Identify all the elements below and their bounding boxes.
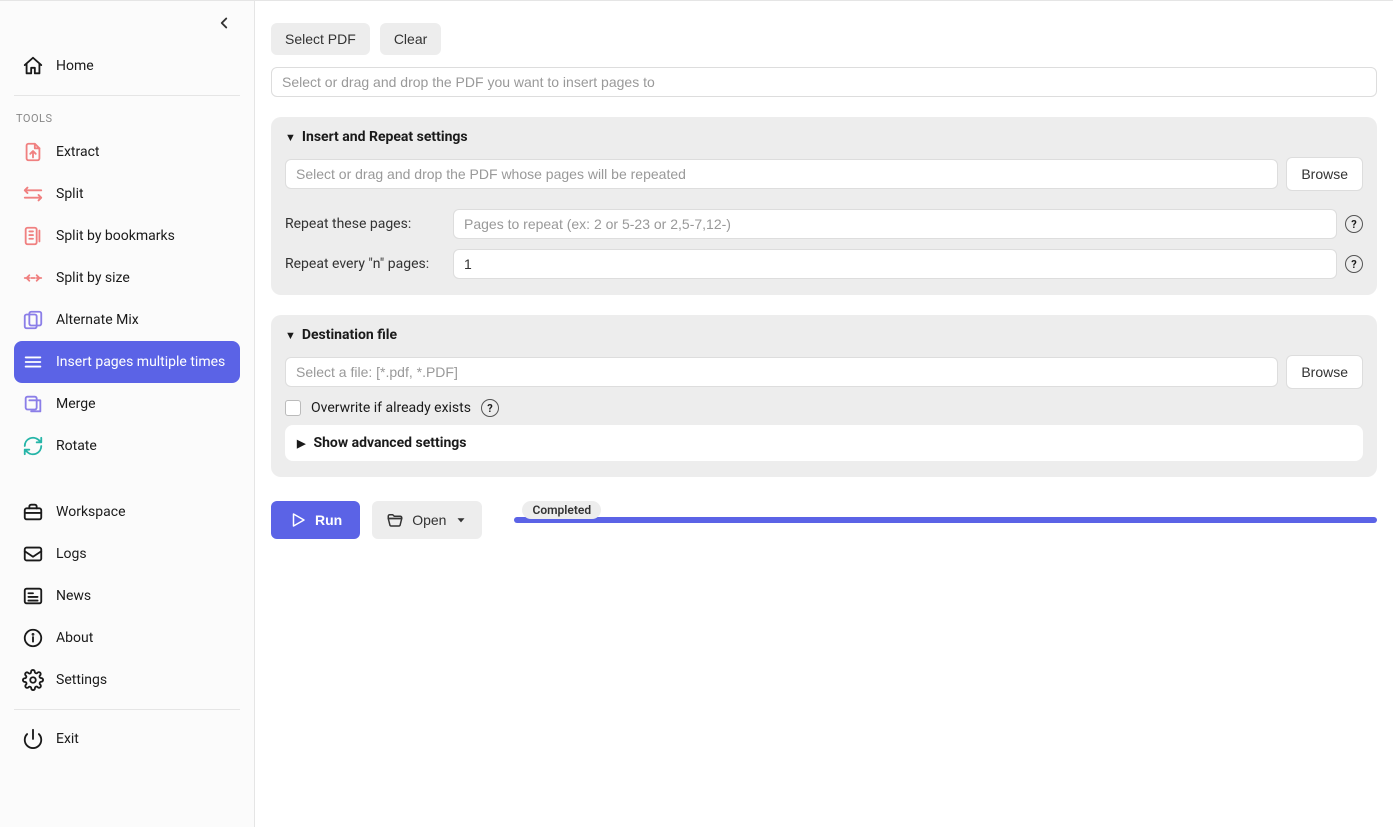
sidebar-item-label: Extract <box>56 144 99 160</box>
play-icon <box>289 511 307 529</box>
source-pdf-input[interactable] <box>285 159 1278 189</box>
destination-file-input[interactable] <box>285 357 1278 387</box>
target-pdf-input[interactable] <box>271 67 1377 97</box>
sidebar-item-rotate[interactable]: Rotate <box>14 425 240 467</box>
collapse-sidebar-button[interactable] <box>212 11 236 35</box>
sidebar-item-exit[interactable]: Exit <box>14 718 240 760</box>
sidebar-item-split-bookmarks[interactable]: Split by bookmarks <box>14 215 240 257</box>
sidebar-item-label: Alternate Mix <box>56 312 139 328</box>
sidebar-item-label: Merge <box>56 396 96 412</box>
panel-title: Insert and Repeat settings <box>302 129 468 145</box>
sidebar-item-home[interactable]: Home <box>14 45 240 87</box>
sidebar-item-logs[interactable]: Logs <box>14 533 240 575</box>
triangle-down-icon <box>454 513 468 527</box>
overwrite-checkbox[interactable] <box>285 400 301 416</box>
sidebar-section-tools: TOOLS <box>14 104 240 131</box>
sidebar-item-label: About <box>56 630 93 646</box>
open-button[interactable]: Open <box>372 501 482 539</box>
news-icon <box>22 585 44 607</box>
sidebar-item-extract[interactable]: Extract <box>14 131 240 173</box>
select-pdf-button[interactable]: Select PDF <box>271 23 370 55</box>
sidebar-item-label: Split <box>56 186 84 202</box>
sidebar-item-news[interactable]: News <box>14 575 240 617</box>
extract-icon <box>22 141 44 163</box>
help-icon[interactable]: ? <box>1345 255 1363 273</box>
clear-button[interactable]: Clear <box>380 23 441 55</box>
about-icon <box>22 627 44 649</box>
rotate-icon <box>22 435 44 457</box>
repeat-pages-input[interactable] <box>453 209 1337 239</box>
action-row: Run Open Completed <box>271 501 1377 539</box>
help-icon[interactable]: ? <box>481 399 499 417</box>
advanced-settings-toggle[interactable]: ▶ Show advanced settings <box>285 425 1363 461</box>
insert-settings-header[interactable]: ▼ Insert and Repeat settings <box>285 129 1363 145</box>
home-icon <box>22 55 44 77</box>
browse-source-button[interactable]: Browse <box>1286 157 1363 191</box>
merge-icon <box>22 393 44 415</box>
toolbar: Select PDF Clear <box>271 23 1377 55</box>
sidebar-item-label: Home <box>56 58 94 74</box>
sidebar-item-settings[interactable]: Settings <box>14 659 240 701</box>
progress-bar <box>514 517 1377 523</box>
repeat-every-label: Repeat every "n" pages: <box>285 256 445 272</box>
power-icon <box>22 728 44 750</box>
sidebar: Home TOOLS Extract Split Split by bookma… <box>0 1 255 827</box>
repeat-every-input[interactable] <box>453 249 1337 279</box>
triangle-right-icon: ▶ <box>297 437 305 450</box>
sidebar-item-label: Rotate <box>56 438 97 454</box>
browse-destination-button[interactable]: Browse <box>1286 355 1363 389</box>
progress-status: Completed <box>522 501 601 519</box>
divider <box>14 95 240 96</box>
sidebar-item-merge[interactable]: Merge <box>14 383 240 425</box>
sidebar-item-insert-pages[interactable]: Insert pages multiple times <box>14 341 240 383</box>
sidebar-item-split-size[interactable]: Split by size <box>14 257 240 299</box>
insert-pages-icon <box>22 351 44 373</box>
split-icon <box>22 183 44 205</box>
open-label: Open <box>412 512 446 528</box>
alternate-mix-icon <box>22 309 44 331</box>
sidebar-item-label: Workspace <box>56 504 126 520</box>
destination-panel: ▼ Destination file Browse Overwrite if a… <box>271 315 1377 477</box>
insert-settings-panel: ▼ Insert and Repeat settings Browse Repe… <box>271 117 1377 295</box>
sidebar-item-label: Logs <box>56 546 87 562</box>
sidebar-item-label: Insert pages multiple times <box>56 354 225 370</box>
overwrite-label: Overwrite if already exists <box>311 400 471 416</box>
sidebar-item-alternate-mix[interactable]: Alternate Mix <box>14 299 240 341</box>
sidebar-item-label: Split by size <box>56 270 130 286</box>
folder-open-icon <box>386 511 404 529</box>
help-icon[interactable]: ? <box>1345 215 1363 233</box>
settings-icon <box>22 669 44 691</box>
sidebar-item-label: Settings <box>56 672 107 688</box>
sidebar-item-split[interactable]: Split <box>14 173 240 215</box>
panel-title: Destination file <box>302 327 397 343</box>
split-bookmarks-icon <box>22 225 44 247</box>
destination-header[interactable]: ▼ Destination file <box>285 327 1363 343</box>
progress-container: Completed <box>514 517 1377 523</box>
workspace-icon <box>22 501 44 523</box>
sidebar-item-about[interactable]: About <box>14 617 240 659</box>
split-size-icon <box>22 267 44 289</box>
sidebar-item-label: Exit <box>56 731 79 747</box>
repeat-pages-label: Repeat these pages: <box>285 216 445 232</box>
logs-icon <box>22 543 44 565</box>
advanced-settings-label: Show advanced settings <box>313 435 466 451</box>
sidebar-item-label: News <box>56 588 91 604</box>
chevron-left-icon <box>215 14 233 32</box>
main-content: Select PDF Clear ▼ Insert and Repeat set… <box>255 1 1393 827</box>
sidebar-item-label: Split by bookmarks <box>56 228 175 244</box>
run-label: Run <box>315 512 342 528</box>
divider <box>14 709 240 710</box>
run-button[interactable]: Run <box>271 501 360 539</box>
triangle-down-icon: ▼ <box>285 131 296 144</box>
sidebar-item-workspace[interactable]: Workspace <box>14 491 240 533</box>
triangle-down-icon: ▼ <box>285 329 296 342</box>
